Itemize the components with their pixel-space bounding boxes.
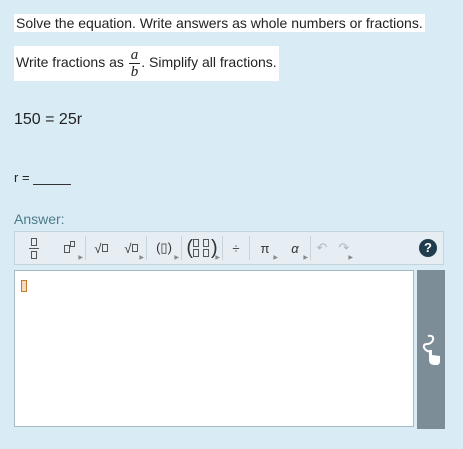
superscript-icon (63, 240, 75, 256)
help-icon: ? (419, 239, 437, 257)
pi-button[interactable]: π ▶ (250, 232, 280, 264)
answer-label: Answer: (14, 211, 65, 227)
pi-icon: π (260, 240, 270, 256)
sqrt-icon: √ (94, 240, 102, 256)
answer-editor[interactable] (14, 270, 414, 427)
undo-button[interactable]: ↶ (311, 232, 333, 264)
nth-root-button[interactable]: √ ▶ (116, 232, 146, 264)
instructions-prefix: Write fractions as (16, 54, 124, 71)
redo-button[interactable]: ↷ ▶ (333, 232, 355, 264)
instructions-line-2: Write fractions as a b . Simplify all fr… (14, 46, 279, 81)
exponent-button[interactable]: ▶ (53, 232, 85, 264)
matrix-icon: ( (186, 236, 193, 259)
nth-root-icon: √ (124, 240, 132, 256)
handwriting-icon (422, 334, 440, 365)
divide-button[interactable]: ÷ (223, 232, 249, 264)
answer-variable: r = (14, 170, 30, 185)
math-toolbar: ▶ √ √ ▶ (▯) ▶ ( ) ▶ ÷ π ▶ α ▶ ↶ ↷ ▶ ? (14, 231, 444, 265)
instructions-line-1: Solve the equation. Write answers as who… (14, 14, 425, 32)
parentheses-button[interactable]: (▯) ▶ (147, 232, 181, 264)
fraction-denominator: b (130, 64, 139, 80)
sqrt-button[interactable]: √ (86, 232, 116, 264)
fraction-numerator: a (128, 47, 141, 64)
help-button[interactable]: ? (413, 232, 443, 264)
fraction-example: a b (128, 47, 141, 80)
text-cursor (21, 280, 27, 292)
undo-icon: ↶ (316, 240, 328, 255)
divide-icon: ÷ (232, 240, 240, 256)
fraction-button[interactable] (15, 232, 53, 264)
alpha-button[interactable]: α ▶ (280, 232, 310, 264)
answer-blank (33, 172, 72, 185)
equation: 150 = 25r (14, 111, 83, 128)
fraction-icon (29, 237, 39, 259)
parentheses-icon: (▯) (156, 240, 172, 255)
matrix-button[interactable]: ( ) ▶ (182, 232, 222, 264)
instructions-suffix: . Simplify all fractions. (141, 54, 277, 71)
answer-prompt: r = (14, 170, 72, 185)
alpha-icon: α (291, 240, 299, 256)
handwriting-button[interactable] (417, 270, 445, 429)
